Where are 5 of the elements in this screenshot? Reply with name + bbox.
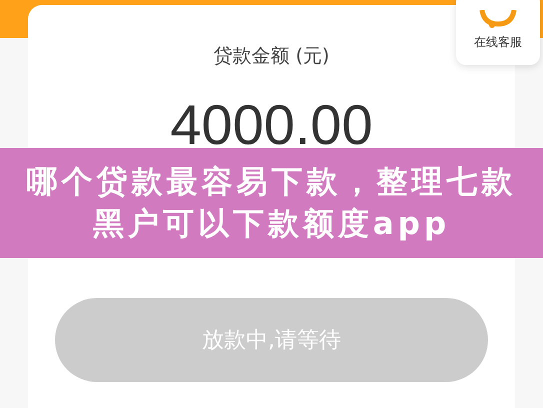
banner-title: 哪个贷款最容易下款，整理七款黑户可以下款额度app bbox=[26, 163, 518, 244]
loan-amount: 4000.00 bbox=[170, 97, 373, 153]
loan-amount-label: 贷款金额 (元) bbox=[214, 44, 330, 69]
support-widget[interactable]: 在线客服 bbox=[456, 0, 540, 65]
support-label: 在线客服 bbox=[474, 34, 522, 51]
